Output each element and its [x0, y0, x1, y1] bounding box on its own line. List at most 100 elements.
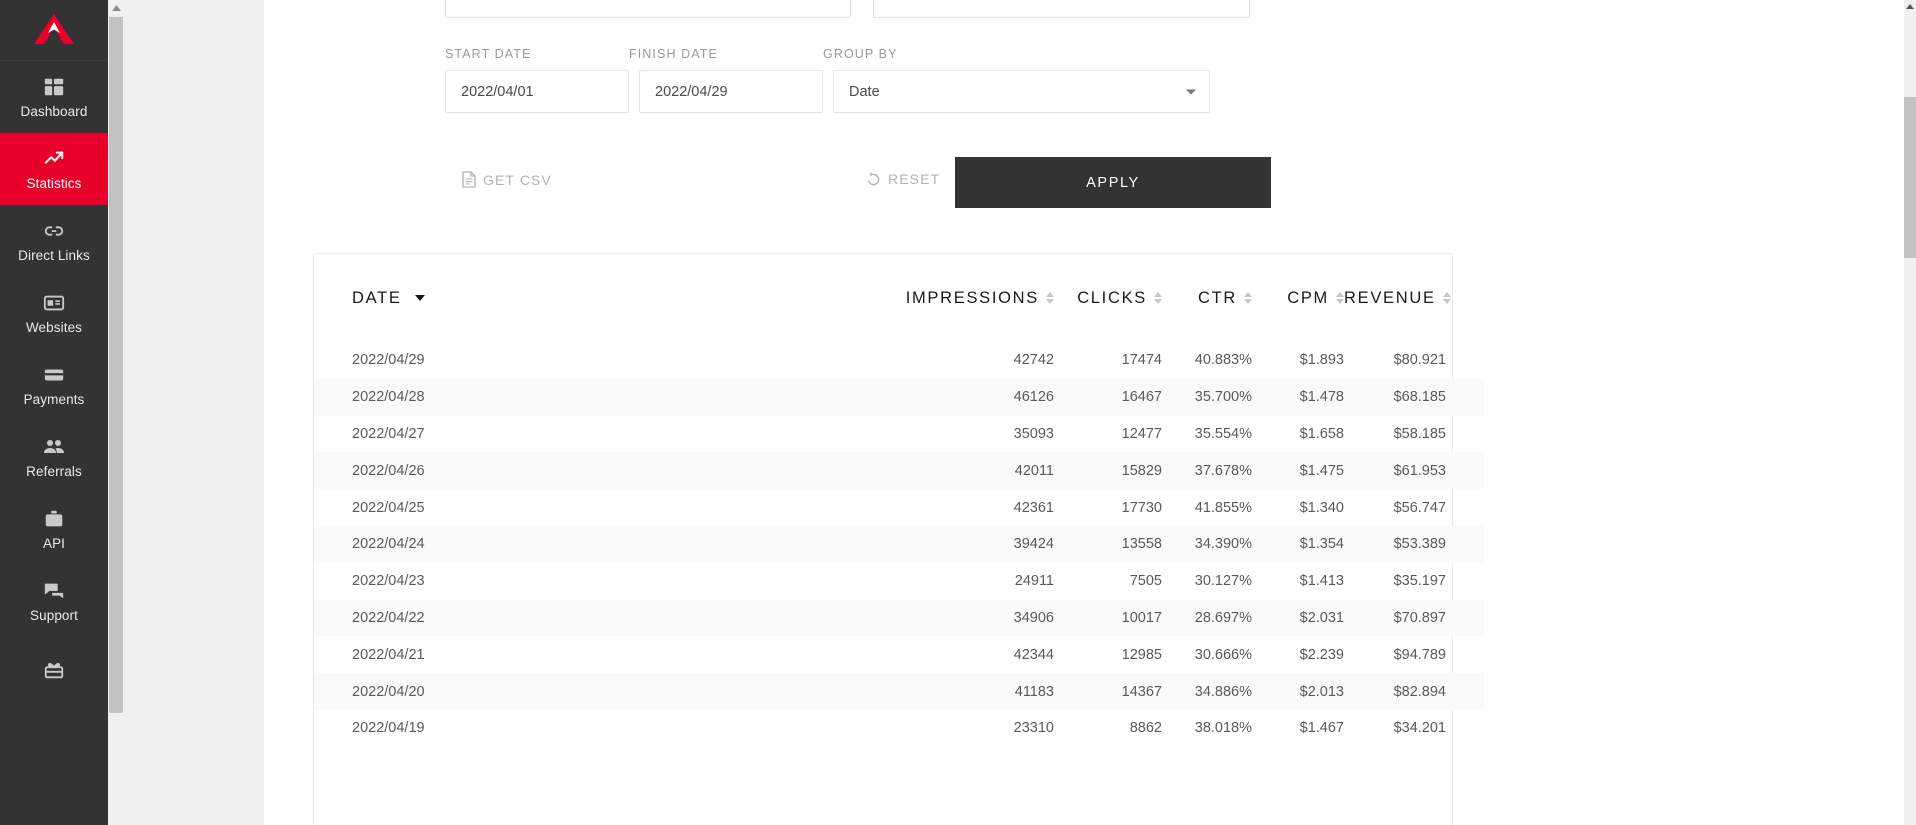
finish-date-field-group: FINISH DATE 2022/04/29 — [629, 47, 823, 113]
finish-date-value: 2022/04/29 — [655, 84, 728, 100]
cell-cpm: $1.467 — [1252, 710, 1344, 747]
statistics-filter-form: START DATE 2022/04/01 FINISH DATE 2022/0… — [445, 0, 1435, 209]
cell-cpm: $1.354 — [1252, 526, 1344, 563]
cell-ctr: 28.697% — [1162, 600, 1252, 637]
cell-cpm: $1.413 — [1252, 563, 1344, 600]
sidebar-item-statistics[interactable]: Statistics — [0, 133, 108, 205]
cell-date: 2022/04/29 — [314, 342, 854, 379]
table-row[interactable]: 2022/04/26420111582937.678%$1.475$61.953 — [314, 452, 1484, 489]
sidebar-item-websites[interactable]: Websites — [0, 277, 108, 349]
cell-date: 2022/04/26 — [314, 452, 854, 489]
cell-ctr: 35.700% — [1162, 379, 1252, 416]
column-header-revenue[interactable]: REVENUE — [1344, 254, 1484, 342]
sidebar-item-label: Websites — [26, 320, 82, 335]
cell-cpm: $1.340 — [1252, 489, 1344, 526]
cell-cpm: $1.478 — [1252, 379, 1344, 416]
cell-impressions: 39424 — [854, 526, 1054, 563]
column-header-date[interactable]: DATE — [314, 254, 854, 342]
column-header-ctr[interactable]: CTR — [1162, 254, 1252, 342]
cell-impressions: 42361 — [854, 489, 1054, 526]
sidebar-scroll-up-arrow[interactable] — [108, 0, 124, 16]
table-row[interactable]: 2022/04/27350931247735.554%$1.658$58.185 — [314, 416, 1484, 453]
chevron-up-icon — [1906, 4, 1914, 9]
filter-actions-row: GET CSV RESET APPLY — [445, 157, 1435, 209]
cell-clicks: 10017 — [1054, 600, 1162, 637]
group-by-select[interactable]: Date — [833, 70, 1210, 113]
cell-date: 2022/04/20 — [314, 673, 854, 710]
filter-field-upper-right[interactable] — [873, 0, 1250, 18]
table-row[interactable]: 2022/04/22349061001728.697%$2.031$70.897 — [314, 600, 1484, 637]
cell-ctr: 37.678% — [1162, 452, 1252, 489]
column-header-clicks[interactable]: CLICKS — [1054, 254, 1162, 342]
reset-button[interactable]: RESET — [866, 171, 940, 187]
column-header-impressions[interactable]: IMPRESSIONS — [854, 254, 1054, 342]
cell-date: 2022/04/23 — [314, 563, 854, 600]
sort-toggle-icon — [1154, 292, 1162, 304]
cell-clicks: 7505 — [1054, 563, 1162, 600]
chevron-down-icon — [1186, 89, 1196, 94]
sidebar-item-label: Support — [30, 608, 78, 623]
column-header-cpm-label: CPM — [1287, 289, 1329, 308]
finish-date-label: FINISH DATE — [629, 47, 823, 61]
briefcase-icon — [42, 507, 66, 531]
column-header-ctr-label: CTR — [1198, 289, 1237, 308]
statistics-table: DATE IMPRESSIONS CLICK — [314, 254, 1484, 747]
sidebar-item-direct-links[interactable]: Direct Links — [0, 205, 108, 277]
table-row[interactable]: 2022/04/21423441298530.666%$2.239$94.789 — [314, 636, 1484, 673]
sort-descending-icon — [415, 295, 425, 301]
cell-cpm: $2.031 — [1252, 600, 1344, 637]
sidebar-item-gift[interactable] — [0, 637, 108, 709]
group-by-value: Date — [849, 84, 880, 100]
people-group-icon — [42, 435, 66, 459]
cell-cpm: $1.658 — [1252, 416, 1344, 453]
sidebar-item-support[interactable]: Support — [0, 565, 108, 637]
table-row[interactable]: 2022/04/2324911750530.127%$1.413$35.197 — [314, 563, 1484, 600]
sidebar-item-api[interactable]: API — [0, 493, 108, 565]
table-row[interactable]: 2022/04/20411831436734.886%$2.013$82.894 — [314, 673, 1484, 710]
table-row[interactable]: 2022/04/24394241355834.390%$1.354$53.389 — [314, 526, 1484, 563]
window-scroll-up-arrow[interactable] — [1904, 0, 1916, 12]
get-csv-label: GET CSV — [483, 172, 552, 188]
start-date-label: START DATE — [445, 47, 629, 61]
cell-date: 2022/04/22 — [314, 600, 854, 637]
table-row[interactable]: 2022/04/25423611773041.855%$1.340$56.747 — [314, 489, 1484, 526]
cell-impressions: 24911 — [854, 563, 1054, 600]
document-icon — [462, 171, 476, 188]
cell-clicks: 17730 — [1054, 489, 1162, 526]
cell-ctr: 41.855% — [1162, 489, 1252, 526]
cell-date: 2022/04/24 — [314, 526, 854, 563]
table-row[interactable]: 2022/04/29427421747440.883%$1.893$80.921 — [314, 342, 1484, 379]
chat-bubbles-icon — [42, 579, 66, 603]
table-row[interactable]: 2022/04/28461261646735.700%$1.478$68.185 — [314, 379, 1484, 416]
table-row[interactable]: 2022/04/1923310886238.018%$1.467$34.201 — [314, 710, 1484, 747]
column-header-cpm[interactable]: CPM — [1252, 254, 1344, 342]
column-header-revenue-label: REVENUE — [1344, 289, 1436, 308]
cell-cpm: $2.239 — [1252, 636, 1344, 673]
apply-button[interactable]: APPLY — [955, 157, 1271, 208]
trending-up-icon — [42, 147, 66, 171]
cell-revenue: $53.389 — [1344, 526, 1484, 563]
link-chain-icon — [42, 219, 66, 243]
table-header: DATE IMPRESSIONS CLICK — [314, 254, 1484, 342]
sidebar-item-dashboard[interactable]: Dashboard — [0, 61, 108, 133]
cell-revenue: $94.789 — [1344, 636, 1484, 673]
sidebar-item-label: Dashboard — [21, 104, 88, 119]
cell-revenue: $61.953 — [1344, 452, 1484, 489]
upper-filter-row — [445, 0, 1435, 18]
sidebar-scrollbar-thumb[interactable] — [109, 17, 123, 713]
start-date-input[interactable]: 2022/04/01 — [445, 70, 629, 113]
finish-date-input[interactable]: 2022/04/29 — [639, 70, 823, 113]
cell-impressions: 41183 — [854, 673, 1054, 710]
cell-cpm: $2.013 — [1252, 673, 1344, 710]
sidebar-item-payments[interactable]: Payments — [0, 349, 108, 421]
sidebar-item-referrals[interactable]: Referrals — [0, 421, 108, 493]
gift-card-icon — [42, 658, 66, 682]
column-header-clicks-label: CLICKS — [1077, 289, 1147, 308]
filter-field-upper-left[interactable] — [445, 0, 851, 18]
sidebar-item-label: Statistics — [26, 176, 81, 191]
brand-logo[interactable] — [0, 0, 108, 61]
get-csv-button[interactable]: GET CSV — [462, 171, 552, 188]
cell-revenue: $34.201 — [1344, 710, 1484, 747]
window-scrollbar-thumb[interactable] — [1904, 97, 1916, 258]
column-header-impressions-label: IMPRESSIONS — [906, 289, 1039, 308]
